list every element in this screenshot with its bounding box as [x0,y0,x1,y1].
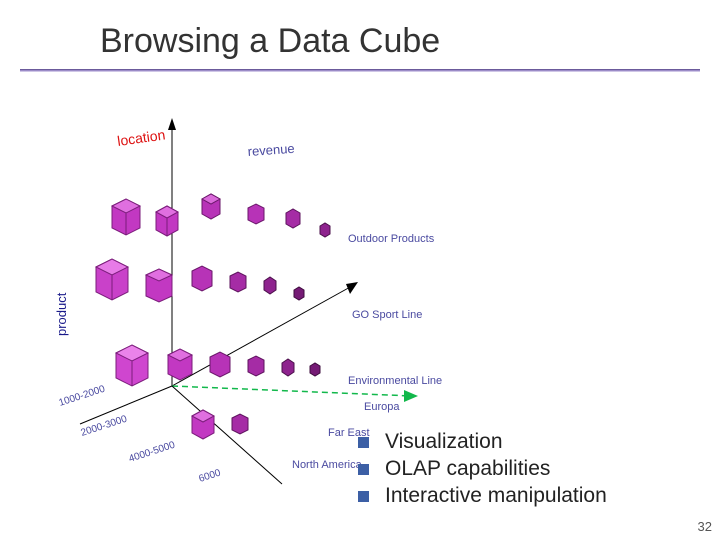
rev-2: 2000-3000 [80,413,129,438]
bullet-square-icon [358,437,369,448]
axis-label-revenue: revenue [247,141,295,159]
cube-cluster [96,194,330,439]
cube-svg: location revenue product Outdoor Product… [52,106,452,486]
title-area: Browsing a Data Cube [0,0,720,61]
rev-1: 1000-2000 [58,383,107,408]
bullet-square-icon [358,491,369,502]
bullet-item: OLAP capabilities [358,457,607,481]
page-number: 32 [698,519,712,534]
axis-label-location: location [116,126,166,149]
cube-figure: location revenue product Outdoor Product… [52,106,452,486]
loc-na: North America [292,459,363,471]
bullet-text: OLAP capabilities [385,457,550,481]
loc-europa: Europa [364,401,400,413]
bullet-item: Visualization [358,430,607,454]
cat-env: Environmental Line [348,375,442,387]
slide: Browsing a Data Cube location revenue pr… [0,0,720,540]
slide-title: Browsing a Data Cube [100,22,720,61]
title-rule [20,69,700,72]
bullet-text: Interactive manipulation [385,484,607,508]
bullet-text: Visualization [385,430,503,454]
rev-4: 6000 [198,467,223,484]
rev-3: 4000-5000 [128,439,177,464]
axis-label-product: product [54,292,69,336]
bullet-list: Visualization OLAP capabilities Interact… [358,430,607,511]
bullet-item: Interactive manipulation [358,484,607,508]
cat-outdoor: Outdoor Products [348,233,435,245]
cat-sport: GO Sport Line [352,309,422,321]
bullet-square-icon [358,464,369,475]
